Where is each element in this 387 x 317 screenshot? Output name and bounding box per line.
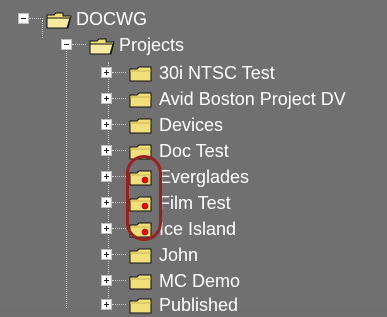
tree-item-label: MC Demo xyxy=(159,270,241,291)
collapse-button[interactable] xyxy=(18,13,29,24)
expand-button[interactable] xyxy=(101,145,112,156)
tree-item[interactable]: Avid Boston Project DV xyxy=(101,86,346,111)
tree-item-label: 30i NTSC Test xyxy=(159,62,275,83)
folder-icon xyxy=(129,116,153,134)
folder-icon xyxy=(129,272,153,290)
tree-item-label: Doc Test xyxy=(159,140,229,161)
tree-node-label: DOCWG xyxy=(76,8,147,29)
expand-button[interactable] xyxy=(101,119,112,130)
tree-guide-line-projects xyxy=(66,46,68,308)
expand-button[interactable] xyxy=(101,93,112,104)
tree-item-label: Ice Island xyxy=(159,218,237,239)
tree-item[interactable]: Doc Test xyxy=(101,138,229,163)
project-tree-panel: DOCWG Projects 30i NTSC Test Avid Boston… xyxy=(0,0,387,315)
tree-connector xyxy=(112,279,126,282)
tree-item-label: Avid Boston Project DV xyxy=(159,88,346,109)
tree-item[interactable]: 30i NTSC Test xyxy=(101,60,275,85)
tree-node-projects[interactable]: Projects xyxy=(61,32,184,57)
tree-connector xyxy=(112,97,126,100)
tree-item-label: Everglades xyxy=(159,166,250,187)
tree-item[interactable]: Ice Island xyxy=(101,216,236,241)
tree-connector xyxy=(112,227,126,230)
tree-item-label: Devices xyxy=(159,114,224,135)
collapse-button[interactable] xyxy=(61,39,72,50)
open-folder-icon xyxy=(46,10,72,28)
expand-button[interactable] xyxy=(101,197,112,208)
tree-item[interactable]: John xyxy=(101,242,198,267)
expand-button[interactable] xyxy=(101,249,112,260)
expand-button[interactable] xyxy=(101,171,112,182)
tree-connector xyxy=(112,123,126,126)
tree-item-label: John xyxy=(159,244,199,265)
expand-button[interactable] xyxy=(101,299,112,310)
tree-connector xyxy=(29,17,43,20)
tree-connector xyxy=(112,175,126,178)
folder-icon xyxy=(129,296,153,314)
folder-icon xyxy=(129,64,153,82)
folder-icon xyxy=(129,90,153,108)
tree-connector xyxy=(112,71,126,74)
tree-item[interactable]: Everglades xyxy=(101,164,249,189)
tree-node-docwg[interactable]: DOCWG xyxy=(18,6,147,31)
tree-connector xyxy=(112,303,126,306)
tree-connector xyxy=(112,253,126,256)
expand-button[interactable] xyxy=(101,67,112,78)
highlight-oval xyxy=(126,155,162,241)
tree-node-label: Projects xyxy=(119,34,185,55)
expand-button[interactable] xyxy=(101,223,112,234)
tree-connector xyxy=(112,201,126,204)
tree-item[interactable]: Devices xyxy=(101,112,223,137)
tree-item[interactable]: Film Test xyxy=(101,190,231,215)
tree-item[interactable]: Published xyxy=(101,292,238,317)
tree-item-label: Film Test xyxy=(159,192,231,213)
expand-button[interactable] xyxy=(101,275,112,286)
tree-item-label: Published xyxy=(159,294,239,315)
tree-connector xyxy=(112,149,126,152)
tree-connector xyxy=(72,43,86,46)
tree-item[interactable]: MC Demo xyxy=(101,268,240,293)
open-folder-icon xyxy=(89,36,115,54)
folder-icon xyxy=(129,246,153,264)
